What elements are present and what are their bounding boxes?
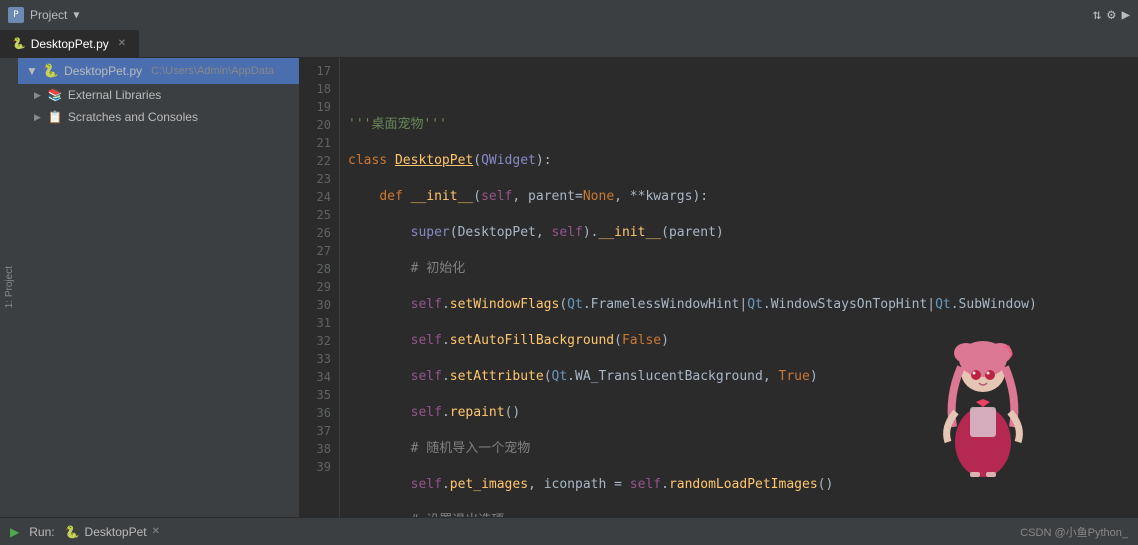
watermark-text: CSDN @小鱼Python_ <box>1020 524 1128 540</box>
sidebar-item-scratches[interactable]: ▶ 📋 Scratches and Consoles <box>18 106 299 128</box>
sidebar-inner: ▼ 🐍 DesktopPet.py C:\Users\Admin\AppData… <box>18 58 299 517</box>
editor-area: 17 18 19 20 21 22 23 24 25 26 27 28 29 3… <box>300 58 1138 517</box>
sync-icon[interactable]: ⇅ <box>1093 7 1101 23</box>
tab-close-icon[interactable]: ✕ <box>118 38 126 49</box>
triangle-right-scratch: ▶ <box>34 112 41 123</box>
title-bar: P Project ▼ ⇅ ⚙ ▶ <box>0 0 1138 30</box>
project-icon: P <box>8 7 24 23</box>
code-line-17 <box>348 80 1130 98</box>
title-bar-actions: ⇅ ⚙ ▶ <box>1093 7 1130 23</box>
python-file-icon: 🐍 <box>12 37 26 50</box>
vertical-label-text: 1: Project <box>4 266 15 308</box>
code-line-23: self.setWindowFlags(Qt.FramelessWindowHi… <box>348 296 1130 314</box>
code-line-27: # 随机导入一个宠物 <box>348 440 1130 458</box>
run-tab-icon: 🐍 <box>65 525 80 539</box>
sidebar-item-external-libraries[interactable]: ▶ 📚 External Libraries <box>18 84 299 106</box>
line-numbers: 17 18 19 20 21 22 23 24 25 26 27 28 29 3… <box>300 58 340 517</box>
scratches-icon: 📋 <box>48 110 63 124</box>
triangle-right-ext: ▶ <box>34 90 41 101</box>
bottom-bar: ▶ Run: 🐍 DesktopPet ✕ CSDN @小鱼Python_ <box>0 517 1138 545</box>
tab-desktoppet[interactable]: 🐍 DesktopPet.py ✕ <box>0 30 139 57</box>
code-line-25: self.setAttribute(Qt.WA_TranslucentBackg… <box>348 368 1130 386</box>
dropdown-icon[interactable]: ▼ <box>73 10 79 21</box>
sidebar-label-scratches: Scratches and Consoles <box>68 110 198 124</box>
code-line-26: self.repaint() <box>348 404 1130 422</box>
settings-icon[interactable]: ⚙ <box>1107 7 1115 23</box>
sidebar-project-root[interactable]: ▼ 🐍 DesktopPet.py C:\Users\Admin\AppData <box>18 58 299 84</box>
run-label: Run: <box>29 525 54 539</box>
run-tab-close[interactable]: ✕ <box>152 526 160 537</box>
project-path: C:\Users\Admin\AppData <box>151 65 274 77</box>
tab-bar: 🐍 DesktopPet.py ✕ <box>0 30 1138 58</box>
run-icon-title[interactable]: ▶ <box>1122 7 1130 23</box>
sidebar: 1: Project ▼ 🐍 DesktopPet.py C:\Users\Ad… <box>0 58 300 517</box>
vertical-label-container: 1: Project <box>0 58 18 517</box>
code-line-19: class DesktopPet(QWidget): <box>348 152 1130 170</box>
tab-label: DesktopPet.py <box>31 37 109 51</box>
project-label[interactable]: Project <box>30 8 67 22</box>
code-line-29: # 设置退出选项 <box>348 512 1130 517</box>
code-line-18: '''桌面宠物''' <box>348 116 1130 134</box>
code-line-20: def __init__(self, parent=None, **kwargs… <box>348 188 1130 206</box>
main-content: 1: Project ▼ 🐍 DesktopPet.py C:\Users\Ad… <box>0 58 1138 517</box>
libraries-icon: 📚 <box>48 88 63 102</box>
run-tab-label: DesktopPet <box>85 525 147 539</box>
triangle-down: ▼ <box>26 64 38 78</box>
title-bar-left: P Project ▼ <box>8 7 79 23</box>
sidebar-label-external: External Libraries <box>68 88 161 102</box>
python-icon: 🐍 <box>43 63 59 79</box>
code-container[interactable]: 17 18 19 20 21 22 23 24 25 26 27 28 29 3… <box>300 58 1138 517</box>
run-tab[interactable]: 🐍 DesktopPet ✕ <box>65 525 160 539</box>
run-status-icon: ▶ <box>10 525 19 539</box>
code-content[interactable]: '''桌面宠物''' class DesktopPet(QWidget): de… <box>340 58 1138 517</box>
code-line-24: self.setAutoFillBackground(False) <box>348 332 1130 350</box>
project-filename: DesktopPet.py <box>64 64 142 78</box>
code-line-22: # 初始化 <box>348 260 1130 278</box>
code-line-28: self.pet_images, iconpath = self.randomL… <box>348 476 1130 494</box>
code-line-21: super(DesktopPet, self).__init__(parent) <box>348 224 1130 242</box>
